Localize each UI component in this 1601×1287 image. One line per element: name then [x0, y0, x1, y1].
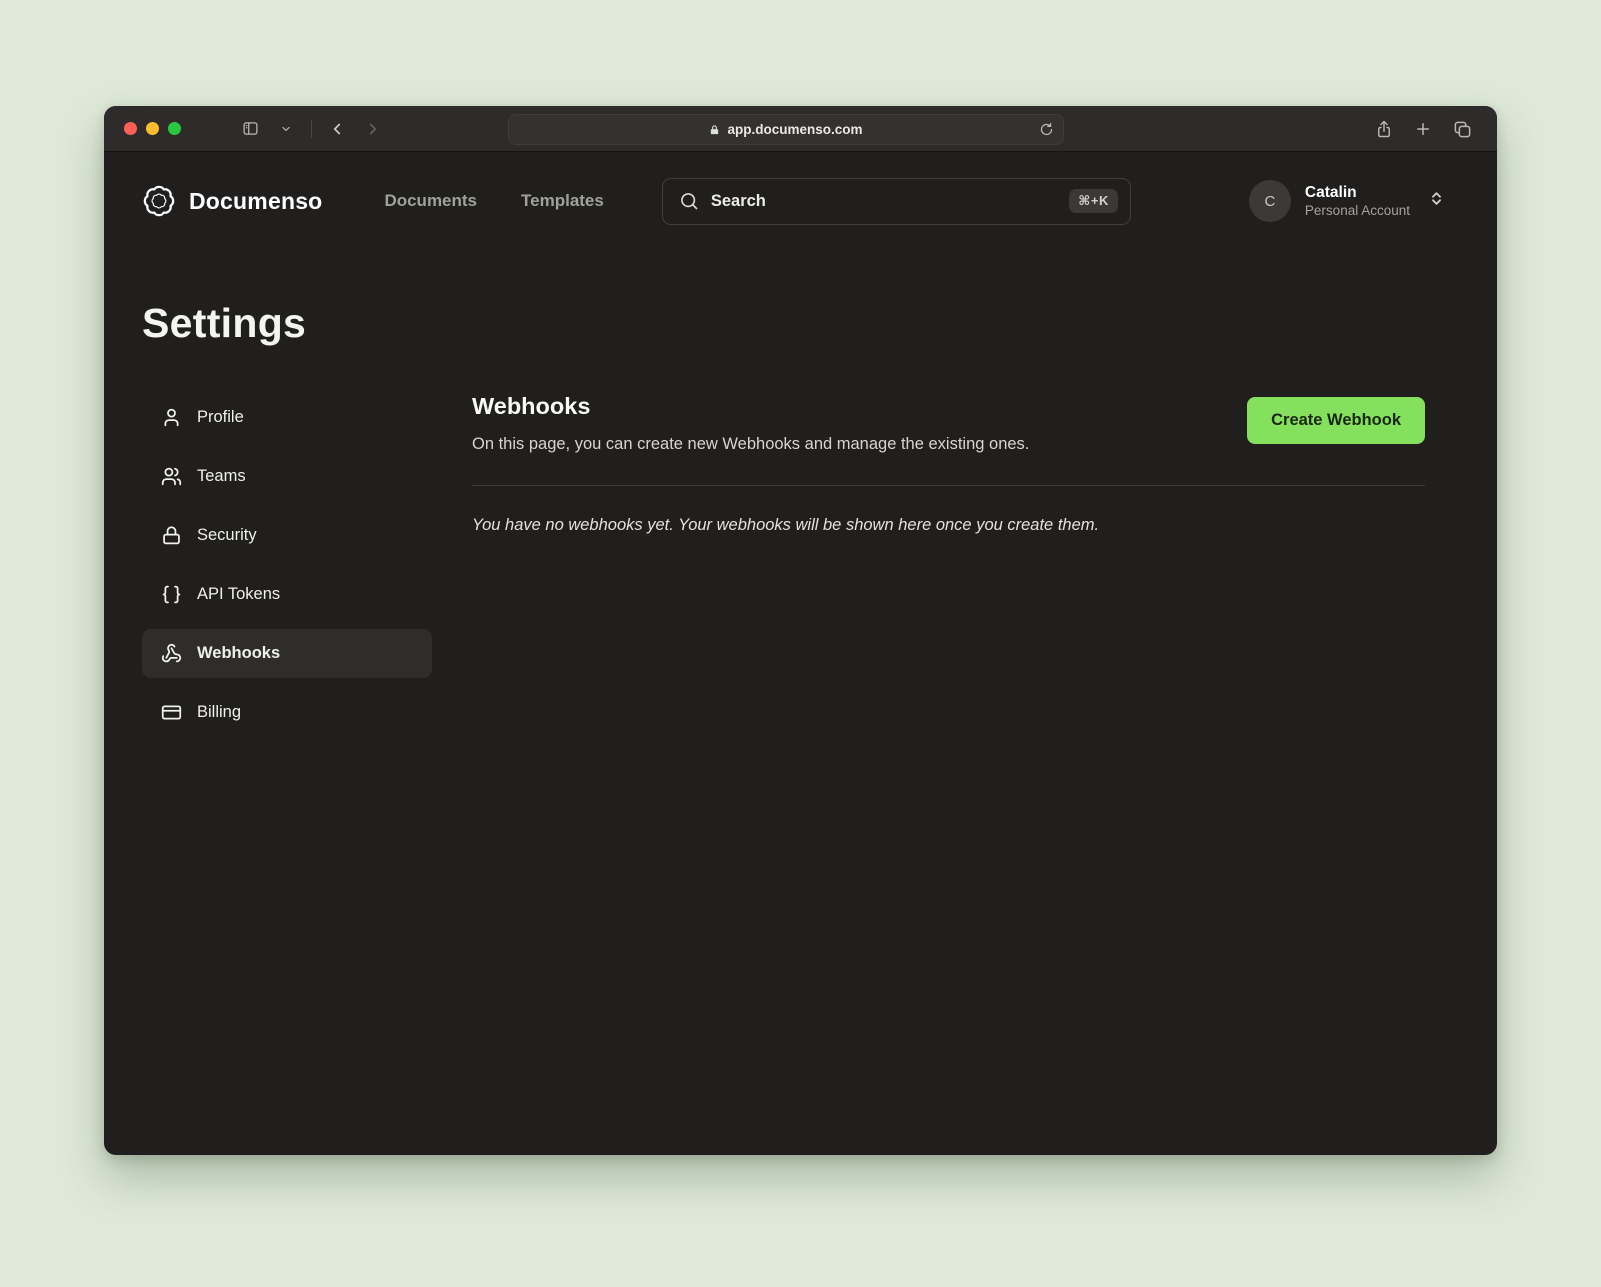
address-bar[interactable]: app.documenso.com [508, 114, 1064, 145]
section-description: On this page, you can create new Webhook… [472, 435, 1029, 454]
url-text: app.documenso.com [727, 122, 862, 137]
empty-state-text: You have no webhooks yet. Your webhooks … [472, 516, 1425, 535]
tab-overview-icon[interactable] [1447, 114, 1477, 144]
nav-documents[interactable]: Documents [384, 191, 477, 211]
webhooks-panel: Webhooks On this page, you can create ne… [472, 393, 1425, 747]
close-window-button[interactable] [124, 122, 137, 135]
lock-icon [160, 525, 182, 546]
sidebar-item-profile[interactable]: Profile [142, 393, 432, 442]
search-input[interactable] [711, 192, 1069, 211]
new-tab-icon[interactable] [1408, 114, 1438, 144]
chevrons-up-down-icon [1428, 190, 1445, 212]
browser-window: app.documenso.com Documenso [104, 106, 1497, 1155]
browser-chrome: app.documenso.com [104, 106, 1497, 152]
settings-sidebar: Profile Teams Security [142, 393, 432, 747]
sidebar-toggle-icon[interactable] [235, 114, 265, 144]
settings-page: Settings Profile Teams [104, 250, 1497, 1155]
traffic-lights [124, 122, 181, 135]
account-type: Personal Account [1305, 202, 1410, 220]
main-nav: Documents Templates [384, 191, 603, 211]
reload-icon[interactable] [1039, 121, 1054, 141]
forward-button[interactable] [358, 114, 388, 144]
share-icon[interactable] [1369, 114, 1399, 144]
sidebar-item-webhooks[interactable]: Webhooks [142, 629, 432, 678]
sidebar-item-teams[interactable]: Teams [142, 452, 432, 501]
documenso-logo-icon [142, 184, 176, 218]
page-title: Settings [142, 300, 1425, 347]
sidebar-item-security[interactable]: Security [142, 511, 432, 560]
sidebar-item-label: Profile [197, 408, 244, 427]
sidebar-item-label: Teams [197, 467, 246, 486]
nav-templates[interactable]: Templates [521, 191, 604, 211]
search-box[interactable]: ⌘+K [662, 178, 1131, 225]
avatar: C [1249, 180, 1291, 222]
sidebar-item-label: Webhooks [197, 644, 280, 663]
create-webhook-button[interactable]: Create Webhook [1247, 397, 1425, 444]
braces-icon [160, 584, 182, 605]
users-icon [160, 466, 182, 487]
user-icon [160, 407, 182, 428]
search-icon [679, 191, 699, 211]
minimize-window-button[interactable] [146, 122, 159, 135]
account-name: Catalin [1305, 183, 1410, 202]
back-button[interactable] [322, 114, 352, 144]
search-shortcut-badge: ⌘+K [1069, 189, 1118, 213]
zoom-window-button[interactable] [168, 122, 181, 135]
brand[interactable]: Documenso [142, 184, 322, 218]
section-divider [472, 485, 1425, 486]
sidebar-item-label: Billing [197, 703, 241, 722]
sidebar-item-label: Security [197, 526, 257, 545]
app-header: Documenso Documents Templates ⌘+K C Cata… [104, 152, 1497, 250]
brand-name: Documenso [189, 188, 322, 215]
sidebar-item-billing[interactable]: Billing [142, 688, 432, 737]
section-title: Webhooks [472, 393, 1029, 420]
sidebar-item-api-tokens[interactable]: API Tokens [142, 570, 432, 619]
credit-card-icon [160, 702, 182, 723]
sidebar-chevron-down-icon[interactable] [271, 114, 301, 144]
lock-icon [709, 123, 720, 137]
webhook-icon [160, 643, 182, 664]
account-menu[interactable]: C Catalin Personal Account [1249, 180, 1445, 222]
sidebar-item-label: API Tokens [197, 585, 280, 604]
chrome-divider [311, 120, 312, 138]
